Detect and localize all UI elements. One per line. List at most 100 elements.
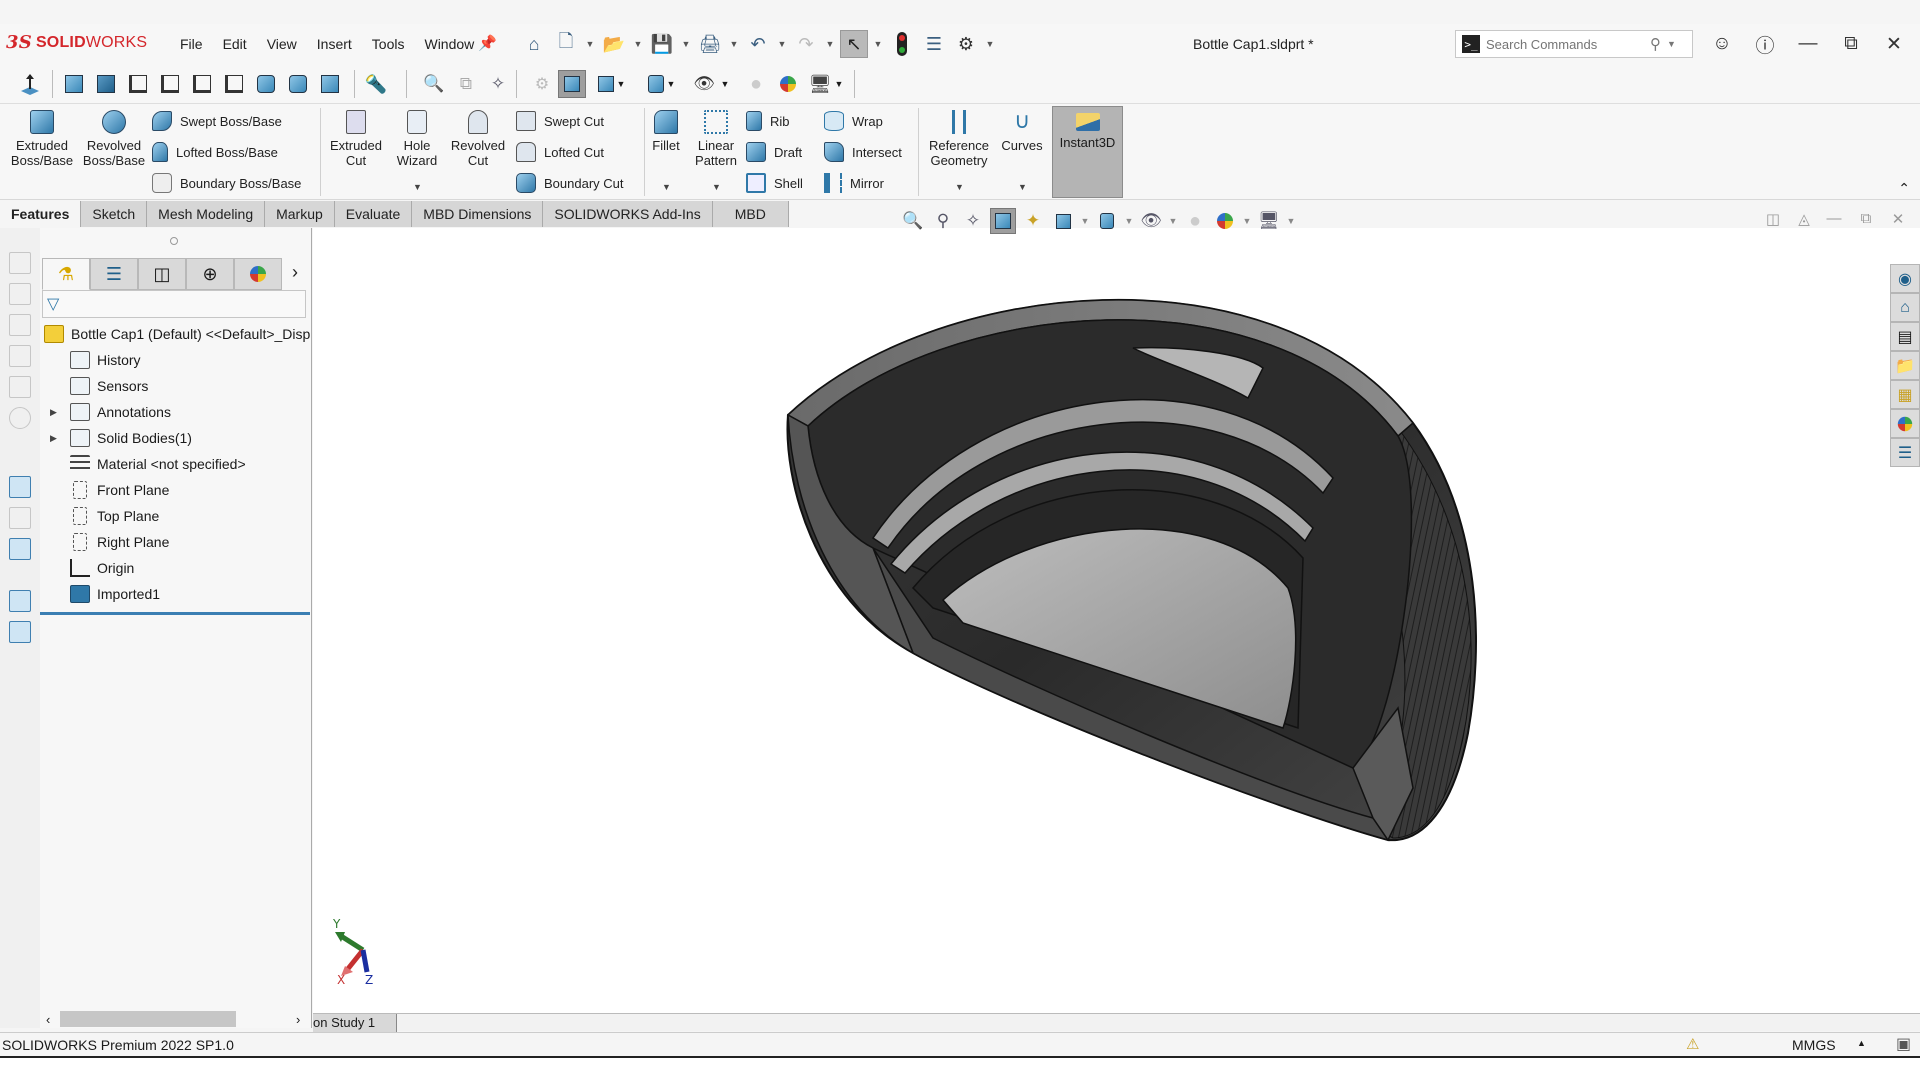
section-view-icon[interactable] [990, 208, 1016, 234]
close-button[interactable]: ✕ [1877, 30, 1911, 58]
display-style-dropdown-icon[interactable]: ▼ [1124, 216, 1134, 226]
apply-scene-dropdown-icon[interactable]: ▼ [1242, 216, 1252, 226]
tile-right-icon[interactable]: ◬ [1793, 210, 1815, 228]
view-cube-icon[interactable] [9, 252, 31, 274]
select-pointer-icon[interactable]: ↖ [840, 30, 868, 58]
paste-tool-icon[interactable] [9, 621, 31, 643]
print-icon[interactable]: 🖨 [696, 30, 724, 58]
view-cube-icon[interactable] [9, 314, 31, 336]
mirror-button[interactable]: Mirror [824, 170, 884, 196]
tags-icon[interactable]: ▣ [1896, 1034, 1911, 1054]
edit-appearance-icon[interactable]: ● [742, 70, 770, 98]
scrollbar-thumb[interactable] [60, 1011, 236, 1027]
linear-pattern-dropdown-icon[interactable]: ▼ [712, 182, 721, 192]
tab-motion-study[interactable]: on Study 1 [313, 1014, 397, 1032]
apply-scene-icon[interactable] [1212, 208, 1238, 234]
edit-tool-icon[interactable] [9, 507, 31, 529]
hide-show-dropdown-icon[interactable]: ▼ [1168, 216, 1178, 226]
restore-button[interactable]: ⧉ [1834, 30, 1868, 58]
display-style-dropdown-icon[interactable]: ▼ [664, 70, 678, 98]
minimize-button[interactable]: — [1791, 30, 1825, 58]
view-cube-icon[interactable] [9, 345, 31, 367]
configurationmanager-tab-icon[interactable]: ◫ [138, 258, 186, 290]
tree-item-material[interactable]: Material <not specified> [70, 452, 246, 476]
zoom-to-area-icon[interactable]: ⚲ [930, 208, 956, 234]
linear-pattern-button[interactable]: Linear Pattern [684, 108, 748, 168]
menu-edit[interactable]: Edit [213, 36, 257, 52]
copy-tool-icon[interactable] [9, 590, 31, 612]
rib-button[interactable]: Rib [746, 108, 790, 134]
view-sphere-icon[interactable] [9, 407, 31, 429]
tree-item-front-plane[interactable]: Front Plane [70, 478, 169, 502]
tree-item-imported1[interactable]: Imported1 [70, 582, 160, 606]
doc-restore-button[interactable]: ⧉ [1855, 210, 1877, 228]
revolved-boss-base-button[interactable]: Revolved Boss/Base [82, 108, 146, 168]
pin-menu-icon[interactable]: 📌 [478, 34, 497, 52]
search-commands[interactable]: >_ ⚲ ▼ [1455, 30, 1693, 58]
previous-view-icon[interactable]: ✧ [484, 70, 512, 98]
lofted-cut-button[interactable]: Lofted Cut [516, 139, 604, 165]
tree-item-top-plane[interactable]: Top Plane [70, 504, 159, 528]
solidworks-resources-icon[interactable]: ◉ [1890, 264, 1920, 293]
top-view-icon[interactable] [188, 70, 216, 98]
collapse-ribbon-icon[interactable]: ⌃ [1898, 180, 1910, 197]
right-view-icon[interactable] [156, 70, 184, 98]
tab-features[interactable]: Features [0, 201, 82, 227]
normal-to-icon[interactable] [16, 70, 44, 98]
dimetric-view-icon[interactable] [316, 70, 344, 98]
doc-minimize-button[interactable]: — [1823, 210, 1845, 228]
new-document-icon[interactable]: 🗋 [552, 30, 580, 58]
help-icon[interactable]: ⓘ [1748, 30, 1782, 58]
left-view-icon[interactable] [124, 70, 152, 98]
tab-solidworks-add-ins[interactable]: SOLIDWORKS Add-Ins [543, 201, 713, 227]
view-orientation-dropdown-icon[interactable]: ▼ [614, 70, 628, 98]
options-gear-icon[interactable]: ⚙ [952, 30, 980, 58]
extruded-boss-base-button[interactable]: Extruded Boss/Base [10, 108, 74, 168]
search-dropdown-icon[interactable]: ▼ [1667, 39, 1676, 49]
fillet-dropdown-icon[interactable]: ▼ [662, 182, 671, 192]
extruded-cut-button[interactable]: Extruded Cut [324, 108, 388, 168]
boundary-boss-base-button[interactable]: Boundary Boss/Base [152, 170, 301, 196]
tab-evaluate[interactable]: Evaluate [334, 201, 413, 227]
draft-button[interactable]: Draft [746, 139, 802, 165]
select-dropdown-icon[interactable]: ▼ [872, 39, 884, 49]
save-dropdown-icon[interactable]: ▼ [680, 39, 692, 49]
shell-button[interactable]: Shell [746, 170, 803, 196]
wrap-button[interactable]: Wrap [824, 108, 883, 134]
menu-file[interactable]: File [170, 36, 213, 52]
redo-dropdown-icon[interactable]: ▼ [824, 39, 836, 49]
scroll-right-icon[interactable]: › [296, 1012, 300, 1027]
file-explorer-icon[interactable]: 📁 [1890, 351, 1920, 380]
design-library-icon[interactable]: ▤ [1890, 322, 1920, 351]
zoom-to-area-icon[interactable]: ⧉ [452, 70, 480, 98]
tree-filter[interactable]: ▽ [42, 290, 306, 318]
tab-markup[interactable]: Markup [265, 201, 335, 227]
unit-system-dropdown-icon[interactable]: ▲ [1857, 1038, 1866, 1048]
tree-root-part[interactable]: Bottle Cap1 (Default) <<Default>_Disp [44, 322, 310, 346]
new-dropdown-icon[interactable]: ▼ [584, 39, 596, 49]
select-tool-icon[interactable] [9, 476, 31, 498]
scroll-left-icon[interactable]: ‹ [46, 1012, 50, 1027]
display-tool-icon[interactable] [9, 538, 31, 560]
zoom-to-fit-icon[interactable]: 🔍 [420, 70, 448, 98]
search-icon[interactable]: ⚲ [1650, 35, 1661, 53]
zoom-to-fit-icon[interactable]: 🔍 [900, 208, 926, 234]
swept-cut-button[interactable]: Swept Cut [516, 108, 604, 134]
curves-dropdown-icon[interactable]: ▼ [1018, 182, 1027, 192]
featuremanager-tab-icon[interactable]: ⚗ [42, 258, 90, 290]
search-commands-input[interactable] [1486, 36, 1646, 52]
view-settings-icon[interactable]: 🖥 [806, 70, 834, 98]
tree-horizontal-scrollbar[interactable]: ‹ › [40, 1010, 312, 1028]
view-cube-icon[interactable] [9, 376, 31, 398]
unit-system-label[interactable]: MMGS [1792, 1037, 1836, 1053]
view-selector-icon[interactable]: 🔦 [362, 70, 390, 98]
bottle-cap-model[interactable] [313, 228, 1920, 1014]
reference-geometry-dropdown-icon[interactable]: ▼ [955, 182, 964, 192]
undo-icon[interactable]: ↶ [744, 30, 772, 58]
edit-appearance-icon[interactable]: ● [1182, 208, 1208, 234]
custom-properties-icon[interactable]: ☰ [1890, 438, 1920, 467]
previous-view-icon[interactable]: ✧ [960, 208, 986, 234]
trimetric-view-icon[interactable] [284, 70, 312, 98]
redo-icon[interactable]: ↷ [792, 30, 820, 58]
tree-item-solid-bodies[interactable]: ▶ Solid Bodies(1) [50, 426, 192, 450]
